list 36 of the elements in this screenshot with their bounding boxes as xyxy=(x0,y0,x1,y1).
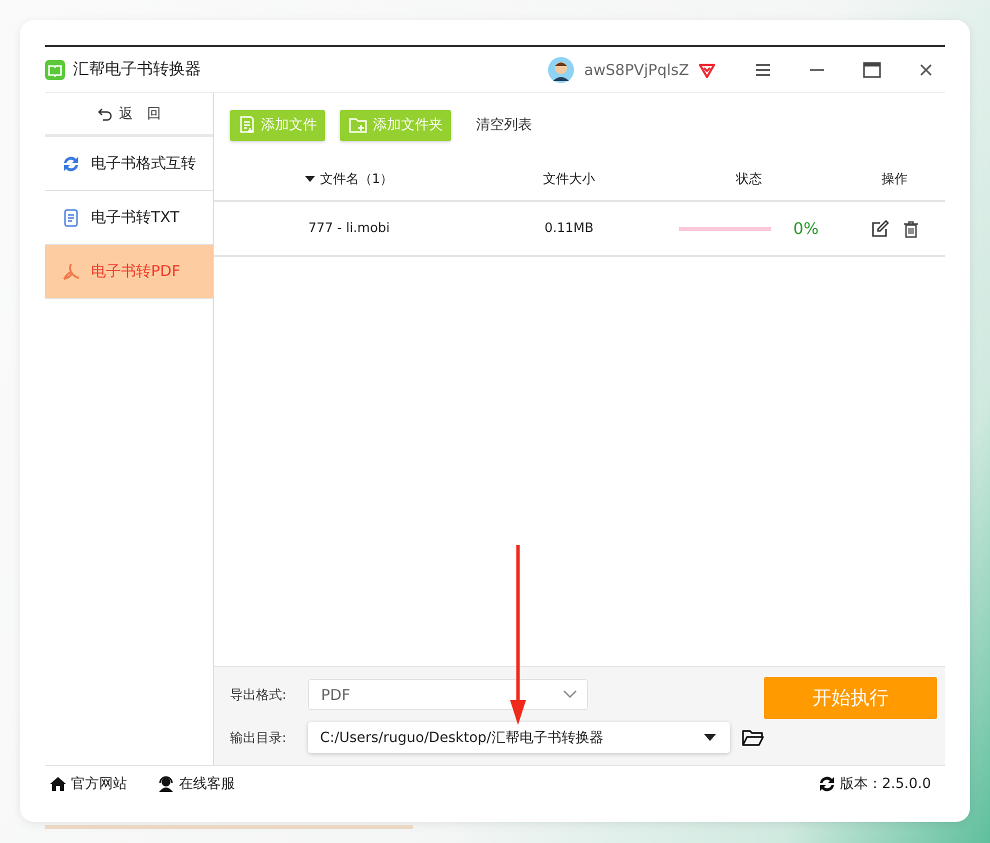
chevron-down-icon xyxy=(563,690,577,699)
sort-down-icon[interactable] xyxy=(304,174,315,182)
menu-icon[interactable] xyxy=(755,62,771,76)
column-header: 操作 xyxy=(882,170,908,188)
column-header: 状态 xyxy=(736,170,762,188)
undo-icon xyxy=(97,106,113,120)
close-icon[interactable] xyxy=(919,62,933,76)
version-label: 版本：2.5.0.0 xyxy=(840,775,931,793)
folder-add-icon xyxy=(348,116,368,134)
column-header: 文件大小 xyxy=(543,170,595,188)
format-label: 导出格式: xyxy=(230,686,288,704)
window-title: 汇帮电子书转换器 xyxy=(73,59,201,80)
support-link[interactable]: 在线客服 xyxy=(157,775,235,793)
pdf-icon xyxy=(61,262,81,282)
folder-icon[interactable] xyxy=(742,728,764,746)
clear-list-button[interactable]: 清空列表 xyxy=(466,116,542,134)
refresh-icon[interactable] xyxy=(818,775,836,793)
format-dropdown[interactable]: PDF xyxy=(308,679,588,710)
format-value: PDF xyxy=(321,686,350,704)
maximize-icon[interactable] xyxy=(863,62,881,78)
directory-dropdown[interactable]: C:/Users/ruguo/Desktop/汇帮电子书转换器 xyxy=(308,722,730,753)
trash-icon[interactable] xyxy=(902,220,918,238)
headset-icon xyxy=(157,776,175,792)
file-name: 777 - li.mobi xyxy=(308,221,390,236)
file-size: 0.11MB xyxy=(544,221,594,236)
column-header[interactable]: 文件名（1） xyxy=(320,170,394,188)
directory-label: 输出目录: xyxy=(230,730,288,746)
edit-icon[interactable] xyxy=(870,220,888,238)
progress-percent: 0% xyxy=(793,219,819,238)
avatar-icon xyxy=(548,56,574,82)
caret-down-icon xyxy=(704,734,716,741)
home-icon xyxy=(49,776,67,792)
website-link[interactable]: 官方网站 xyxy=(49,775,127,793)
username[interactable]: awS8PVjPqlsZ xyxy=(584,60,689,78)
file-add-icon xyxy=(238,116,256,134)
directory-value: C:/Users/ruguo/Desktop/汇帮电子书转换器 xyxy=(320,728,604,746)
